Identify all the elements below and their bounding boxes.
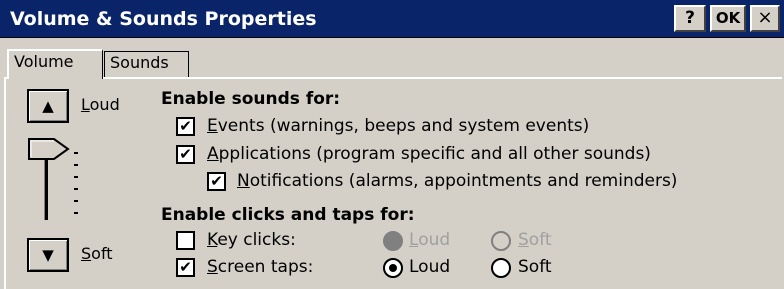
tab-sounds[interactable]: Sounds [104,51,189,77]
slider-tick [74,188,78,190]
key-clicks-checkbox[interactable] [176,231,195,250]
screen-taps-checkbox[interactable]: ✔ [176,258,195,277]
slider-tick [74,212,78,214]
screen-taps-soft-radio[interactable] [491,258,511,278]
key-clicks-loud-label: Loud [409,230,451,250]
notifications-checkbox[interactable]: ✔ [207,172,226,191]
key-clicks-soft-radio[interactable] [491,231,511,251]
title-bar: Volume & Sounds Properties ? OK × [0,0,784,38]
slider-tick [74,164,78,166]
slider-tick [74,176,78,178]
key-clicks-label: Key clicks: [207,230,296,250]
screen-taps-soft-label: Soft [518,257,552,277]
loud-label: Loud [81,95,120,114]
window-title: Volume & Sounds Properties [10,8,317,30]
notifications-label: Notifications (alarms, appointments and … [237,171,678,191]
events-label: Events (warnings, beeps and system event… [207,116,590,136]
screen-taps-label: Screen taps: [207,257,314,277]
ok-button[interactable]: OK [710,5,746,32]
key-clicks-soft-label: Soft [518,230,552,250]
volume-slider-thumb[interactable] [28,138,72,162]
enable-sounds-heading: Enable sounds for: [161,89,341,109]
close-button[interactable]: × [750,5,780,32]
tab-volume[interactable]: Volume [7,49,103,79]
help-button[interactable]: ? [674,5,706,32]
down-arrow-icon: ▼ [42,246,54,264]
slider-tick [74,200,78,202]
screen-taps-loud-radio[interactable] [383,258,403,278]
applications-checkbox[interactable]: ✔ [176,145,195,164]
slider-tick [74,152,78,154]
volume-up-button[interactable]: ▲ [27,89,69,123]
soft-label: Soft [81,244,113,263]
key-clicks-loud-radio[interactable] [383,231,403,251]
applications-label: Applications (program specific and all o… [207,144,651,164]
screen-taps-loud-label: Loud [409,257,451,277]
enable-clicks-heading: Enable clicks and taps for: [161,205,415,225]
events-checkbox[interactable]: ✔ [176,117,195,136]
up-arrow-icon: ▲ [42,97,54,115]
volume-down-button[interactable]: ▼ [27,238,69,272]
